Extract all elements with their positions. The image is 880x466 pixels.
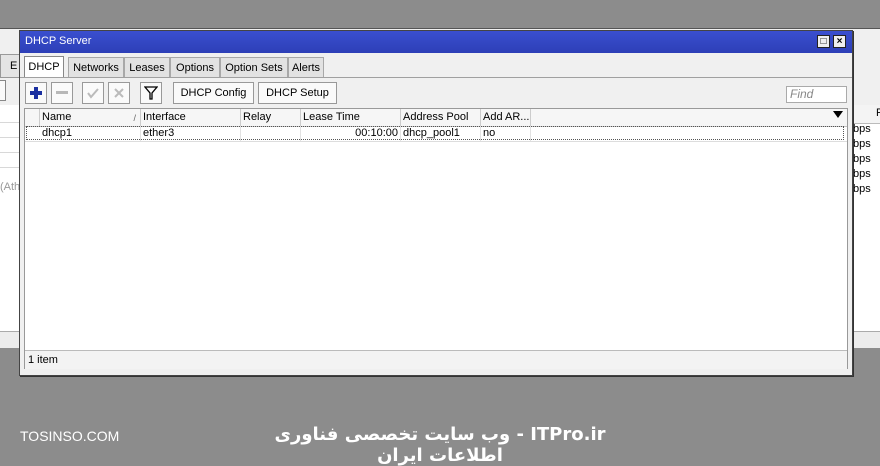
dhcp-config-button[interactable]: DHCP Config [173,82,254,104]
filter-button[interactable] [140,82,162,104]
background-rate: bps [853,153,871,165]
cell-address-pool: dhcp_pool1 [401,126,481,141]
column-header-relay[interactable]: Relay [241,109,301,126]
table-header: Name / Interface Relay Lease Time Addres… [25,109,847,127]
maximize-icon: □ [820,36,827,47]
add-button[interactable] [25,82,47,104]
cell-relay [241,126,301,141]
column-header-interface[interactable]: Interface [141,109,241,126]
check-icon [87,88,99,99]
enable-button[interactable] [82,82,104,104]
tab-divider [20,77,852,78]
close-icon: × [836,36,843,47]
tab-alerts[interactable]: Alerts [288,57,324,77]
maximize-button[interactable]: □ [817,35,830,48]
cell-add-arp: no [481,126,531,141]
sort-indicator-icon: / [133,113,136,123]
background-column-header: F [851,105,880,124]
background-partial-text: (Ath [0,181,21,193]
background-rate: bps [853,183,871,195]
column-header-label: Name [42,111,72,123]
watermark-tosinso: TOSINSO.COM [20,428,120,444]
column-header-marker [25,109,40,126]
dhcp-setup-button[interactable]: DHCP Setup [258,82,337,104]
window-title: DHCP Server [25,35,92,47]
tab-leases[interactable]: Leases [124,57,170,77]
background-rate: bps [853,168,871,180]
column-chooser-icon[interactable] [833,111,843,118]
dhcp-server-table: Name / Interface Relay Lease Time Addres… [24,108,848,369]
filter-icon [143,86,159,100]
item-count: 1 item [28,354,58,366]
background-rate: bps [853,123,871,135]
minus-icon [56,91,68,94]
remove-button[interactable] [51,82,73,104]
column-header-name[interactable]: Name / [40,109,141,126]
cell-lease-time: 00:10:00 [301,126,401,141]
cell-name: dhcp1 [40,126,141,141]
tab-options[interactable]: Options [170,57,220,77]
close-button[interactable]: × [833,35,846,48]
column-header-address-pool[interactable]: Address Pool [401,109,481,126]
title-bar[interactable]: DHCP Server □ × [20,31,852,53]
background-button[interactable] [0,80,6,101]
x-icon [114,88,124,98]
status-bar: 1 item [25,350,847,369]
column-header-lease-time[interactable]: Lease Time [301,109,401,126]
dhcp-server-window: DHCP Server □ × DHCP Networks Leases Opt… [19,30,853,376]
find-input[interactable]: Find [786,86,847,103]
background-rate: bps [853,138,871,150]
tab-networks[interactable]: Networks [68,57,124,77]
tab-dhcp[interactable]: DHCP [24,56,64,78]
plus-icon [30,87,42,99]
column-header-add-arp[interactable]: Add AR... [481,109,531,126]
background-column-letter: F [876,107,880,119]
cell-interface: ether3 [141,126,241,141]
table-row[interactable]: dhcp1 ether3 00:10:00 dhcp_pool1 no [25,126,847,142]
watermark-itpro: ITPro.ir - وب سایت تخصصی فناوری اطلاعات … [274,424,606,466]
tab-option-sets[interactable]: Option Sets [220,57,288,77]
disable-button[interactable] [108,82,130,104]
